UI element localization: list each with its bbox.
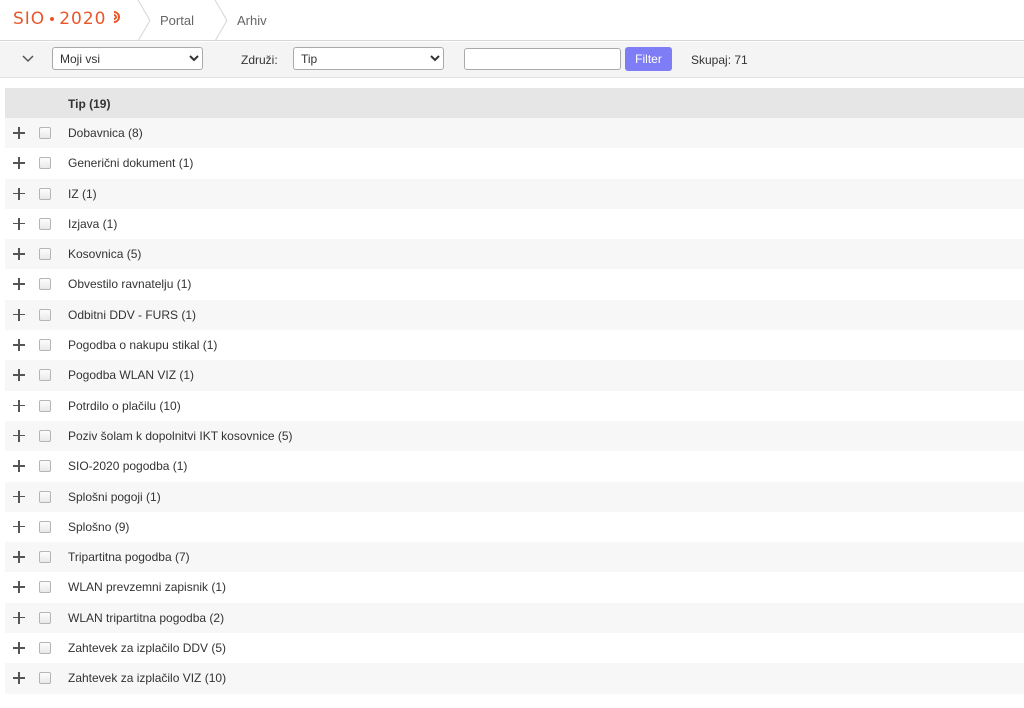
filter-button[interactable]: Filter: [625, 47, 672, 71]
row-checkbox[interactable]: [39, 339, 51, 352]
row-label: Potrdilo o plačilu (10): [68, 398, 181, 413]
row-label: Splošni pogoji (1): [68, 489, 161, 504]
row-label: IZ (1): [68, 186, 97, 201]
group-header-label: Tip (19): [68, 97, 111, 111]
table-row[interactable]: Splošno (9): [5, 511, 1024, 543]
expand-plus-icon[interactable]: [12, 399, 26, 413]
row-label: Dobavnica (8): [68, 126, 143, 140]
table-row[interactable]: Poziv šolam k dopolnitvi IKT kosovnice (…: [5, 420, 1024, 452]
expand-plus-icon[interactable]: [12, 126, 26, 140]
logo-text-right: 2020: [59, 9, 107, 29]
table-row[interactable]: Odbitni DDV - FURS (1): [5, 299, 1024, 331]
wifi-icon: [105, 8, 123, 26]
table-row[interactable]: Kosovnica (5): [5, 239, 1024, 270]
breadcrumb-separator: [137, 0, 151, 41]
table-row[interactable]: Zahtevek za izplačilo VIZ (10): [5, 663, 1024, 694]
row-checkbox[interactable]: [39, 157, 51, 170]
row-label: Obvestilo ravnatelju (1): [68, 277, 192, 292]
row-label: Pogodba WLAN VIZ (1): [68, 368, 195, 383]
expand-plus-icon[interactable]: [12, 156, 26, 170]
table-row[interactable]: WLAN prevzemni zapisnik (1): [5, 572, 1024, 603]
grid-rows: Dobavnica (8) Generični dokument (1) IZ (1…: [5, 118, 1024, 694]
collapse-chevron-icon[interactable]: [20, 51, 36, 67]
expand-plus-icon[interactable]: [12, 217, 26, 231]
table-row[interactable]: Pogodba o nakupu stikal (1): [5, 330, 1024, 361]
row-label: Kosovnica (5): [68, 247, 142, 262]
expand-plus-icon[interactable]: [12, 611, 26, 625]
breadcrumb-portal[interactable]: Portal: [160, 0, 194, 41]
row-label: WLAN tripartitna pogodba (2): [68, 610, 225, 625]
row-checkbox[interactable]: [39, 248, 51, 261]
expand-plus-icon[interactable]: [12, 247, 26, 261]
row-label: SIO-2020 pogodba (1): [68, 459, 188, 474]
expand-plus-icon[interactable]: [12, 490, 26, 504]
row-label: Zahtevek za izplačilo DDV (5): [68, 641, 227, 656]
expand-plus-icon[interactable]: [12, 641, 26, 655]
logo-dot: [50, 17, 55, 21]
row-label: WLAN prevzemni zapisnik (1): [68, 580, 227, 595]
row-checkbox[interactable]: [39, 127, 51, 139]
table-row[interactable]: Potrdilo o plačilu (10): [5, 390, 1024, 421]
expand-plus-icon[interactable]: [12, 580, 26, 594]
table-row[interactable]: Izjava (1): [5, 208, 1024, 240]
table-row[interactable]: IZ (1): [5, 178, 1024, 209]
group-by-label: Združi:: [241, 53, 278, 67]
expand-plus-icon[interactable]: [12, 368, 26, 382]
logo-text-left: SIO: [13, 9, 46, 29]
row-label: Odbitni DDV - FURS (1): [68, 307, 197, 322]
grid-header-row: Tip (19): [5, 88, 1024, 118]
expand-plus-icon[interactable]: [12, 187, 26, 201]
expand-plus-icon[interactable]: [12, 459, 26, 473]
breadcrumb-separator: [214, 0, 228, 41]
top-header: SIO 2020 Portal Arhiv: [0, 0, 1024, 41]
table-row[interactable]: Obvestilo ravnatelju (1): [5, 269, 1024, 300]
table-row[interactable]: Splošni pogoji (1): [5, 481, 1024, 512]
total-count: Skupaj: 71: [691, 53, 748, 67]
row-label: Generični dokument (1): [68, 156, 194, 171]
table-row[interactable]: Tripartitna pogodba (7): [5, 542, 1024, 573]
row-checkbox[interactable]: [39, 520, 51, 533]
expand-plus-icon[interactable]: [12, 429, 26, 443]
row-checkbox[interactable]: [39, 429, 51, 442]
row-label: Splošno (9): [68, 519, 130, 534]
row-label: Izjava (1): [68, 216, 118, 231]
scope-select[interactable]: Moji vsi: [52, 47, 203, 70]
row-checkbox[interactable]: [39, 581, 51, 594]
group-by-select[interactable]: Tip: [293, 47, 444, 70]
row-checkbox[interactable]: [39, 642, 51, 655]
expand-plus-icon[interactable]: [12, 308, 26, 322]
row-label: Zahtevek za izplačilo VIZ (10): [68, 671, 227, 686]
expand-plus-icon[interactable]: [12, 338, 26, 352]
archive-grid: Tip (19) Dobavnica (8) Generični dokument…: [5, 88, 1024, 694]
expand-plus-icon[interactable]: [12, 671, 26, 685]
row-checkbox[interactable]: [39, 217, 51, 230]
expand-plus-icon[interactable]: [12, 277, 26, 291]
expand-plus-icon[interactable]: [12, 550, 26, 564]
row-checkbox[interactable]: [39, 308, 51, 321]
filter-toolbar: Moji vsi Združi: Tip Filter Skupaj: 71: [0, 42, 1024, 78]
table-row[interactable]: Zahtevek za izplačilo DDV (5): [5, 633, 1024, 664]
filter-input[interactable]: [464, 48, 621, 70]
row-checkbox[interactable]: [39, 187, 51, 200]
row-checkbox[interactable]: [39, 490, 51, 503]
table-row[interactable]: Generični dokument (1): [5, 148, 1024, 179]
row-label: Pogodba o nakupu stikal (1): [68, 338, 218, 353]
table-row[interactable]: WLAN tripartitna pogodba (2): [5, 602, 1024, 634]
row-checkbox[interactable]: [39, 611, 51, 624]
expand-plus-icon[interactable]: [12, 520, 26, 534]
table-row[interactable]: Dobavnica (8): [5, 118, 1024, 149]
row-label: Tripartitna pogodba (7): [68, 550, 190, 565]
row-checkbox[interactable]: [39, 278, 51, 291]
breadcrumb-arhiv[interactable]: Arhiv: [237, 0, 267, 41]
row-label: Poziv šolam k dopolnitvi IKT kosovnice (…: [68, 428, 293, 443]
table-row[interactable]: Pogodba WLAN VIZ (1): [5, 360, 1024, 391]
row-checkbox[interactable]: [39, 369, 51, 382]
row-checkbox[interactable]: [39, 551, 51, 564]
sio-2020-logo[interactable]: SIO 2020: [13, 8, 123, 30]
row-checkbox[interactable]: [39, 399, 51, 412]
row-checkbox[interactable]: [39, 672, 51, 685]
row-checkbox[interactable]: [39, 460, 51, 473]
table-row[interactable]: SIO-2020 pogodba (1): [5, 451, 1024, 482]
